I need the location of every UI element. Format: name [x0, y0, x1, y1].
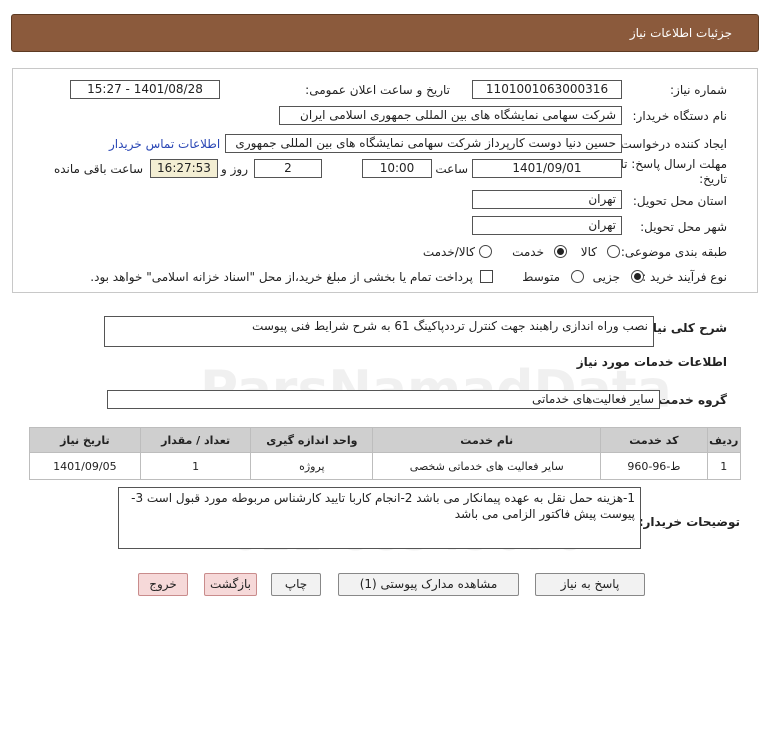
- service-name-cell: سایر فعالیت های خدماتی شخصی: [372, 452, 602, 480]
- row-number-cell: 1: [706, 452, 742, 480]
- buyer-contact-link[interactable]: اطلاعات تماس خریدار: [109, 137, 220, 151]
- unit-cell: پروژه: [250, 452, 374, 480]
- services-section-title: اطلاعات خدمات مورد نیاز: [576, 355, 727, 369]
- province-field[interactable]: تهران: [472, 190, 622, 209]
- deadline-time-field[interactable]: 10:00: [362, 159, 432, 178]
- process-label: نوع فرآیند خرید :: [642, 270, 727, 284]
- column-header: تاریخ نیاز: [29, 427, 141, 453]
- process-option-minor: جزیی: [592, 270, 620, 284]
- process-option-medium: متوسط: [522, 270, 560, 284]
- remaining-time-field: 16:27:53: [150, 159, 218, 178]
- need-number-label: شماره نیاز:: [670, 83, 727, 97]
- province-label: استان محل تحویل:: [632, 194, 727, 208]
- table-header-row: ردیف کد خدمت نام خدمت واحد اندازه گیری ت…: [29, 427, 742, 453]
- buyer-org-label: نام دستگاه خریدار:: [632, 109, 728, 123]
- need-date-cell: 1401/09/05: [29, 452, 141, 480]
- deadline-label-date: تاریخ:: [699, 172, 727, 186]
- column-header: کد خدمت: [600, 427, 708, 453]
- category-option-goods-service: کالا/خدمت: [422, 245, 475, 259]
- days-remaining-field[interactable]: 2: [254, 159, 322, 178]
- creator-label: ایجاد کننده درخواست:: [616, 137, 727, 151]
- buyer-notes-label: توضیحات خریدار:: [638, 515, 740, 529]
- quantity-cell: 1: [139, 452, 252, 480]
- service-code-cell: ط-96-960: [600, 452, 708, 480]
- print-button[interactable]: چاپ: [271, 573, 321, 596]
- view-attachments-button[interactable]: مشاهده مدارک پیوستی (1): [338, 573, 519, 596]
- reply-button[interactable]: پاسخ به نیاز: [535, 573, 645, 596]
- page-header: جزئیات اطلاعات نیاز: [11, 14, 759, 52]
- page-title: جزئیات اطلاعات نیاز: [629, 26, 732, 40]
- table-row[interactable]: 1 ط-96-960 سایر فعالیت های خدماتی شخصی پ…: [29, 452, 742, 480]
- column-header: واحد اندازه گیری: [250, 427, 374, 453]
- column-header: ردیف: [706, 427, 742, 453]
- remaining-label: ساعت باقی مانده: [53, 162, 143, 176]
- category-radio-goods-service[interactable]: [479, 245, 492, 258]
- exit-button[interactable]: خروج: [138, 573, 188, 596]
- deadline-time-label: ساعت: [435, 162, 468, 176]
- info-panel: [12, 68, 758, 293]
- category-radio-goods[interactable]: [607, 245, 620, 258]
- payment-note: پرداخت تمام یا بخشی از مبلغ خرید،از محل …: [90, 270, 473, 284]
- process-radio-medium[interactable]: [571, 270, 584, 283]
- category-radio-service[interactable]: [554, 245, 567, 258]
- creator-field[interactable]: حسین دنیا دوست کارپرداز شرکت سهامی نمایش…: [225, 134, 622, 153]
- back-button[interactable]: بازگشت: [204, 573, 257, 596]
- city-field[interactable]: تهران: [472, 216, 622, 235]
- category-option-goods: کالا: [580, 245, 597, 259]
- buyer-notes-field[interactable]: 1-هزینه حمل نقل به عهده پیمانکار می باشد…: [118, 487, 641, 549]
- buyer-org-field[interactable]: شرکت سهامی نمایشگاه های بین المللی جمهور…: [279, 106, 622, 125]
- column-header: تعداد / مقدار: [139, 427, 252, 453]
- need-number-field[interactable]: 1101001063000316: [472, 80, 622, 99]
- treasury-payment-checkbox[interactable]: [480, 270, 493, 283]
- announce-label: تاریخ و ساعت اعلان عمومی:: [305, 83, 450, 97]
- announce-datetime-field[interactable]: 1401/08/28 - 15:27: [70, 80, 220, 99]
- process-radio-minor[interactable]: [631, 270, 644, 283]
- deadline-label: مهلت ارسال پاسخ: تا: [620, 157, 727, 171]
- service-group-field[interactable]: سایر فعالیت‌های خدماتی: [107, 390, 660, 409]
- city-label: شهر محل تحویل:: [640, 220, 727, 234]
- services-table: ردیف کد خدمت نام خدمت واحد اندازه گیری ت…: [29, 427, 742, 480]
- category-label: طبقه بندی موضوعی:: [620, 245, 727, 259]
- deadline-date-field[interactable]: 1401/09/01: [472, 159, 622, 178]
- days-label: روز و: [221, 162, 248, 176]
- category-option-service: خدمت: [512, 245, 544, 259]
- service-group-label: گروه خدمت:: [653, 393, 727, 407]
- column-header: نام خدمت: [372, 427, 602, 453]
- summary-field[interactable]: نصب وراه اندازی راهبند جهت کنترل ترددپاک…: [104, 316, 654, 347]
